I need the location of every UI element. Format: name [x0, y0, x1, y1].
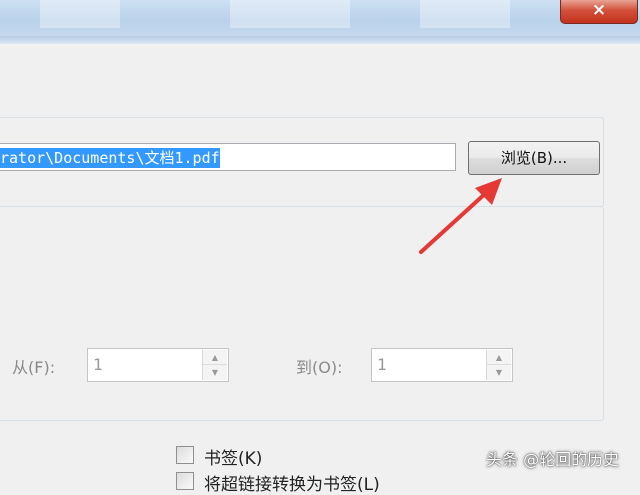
watermark: 头条 @轮回的历史: [486, 450, 620, 469]
annotation-arrow-icon: [419, 178, 502, 254]
